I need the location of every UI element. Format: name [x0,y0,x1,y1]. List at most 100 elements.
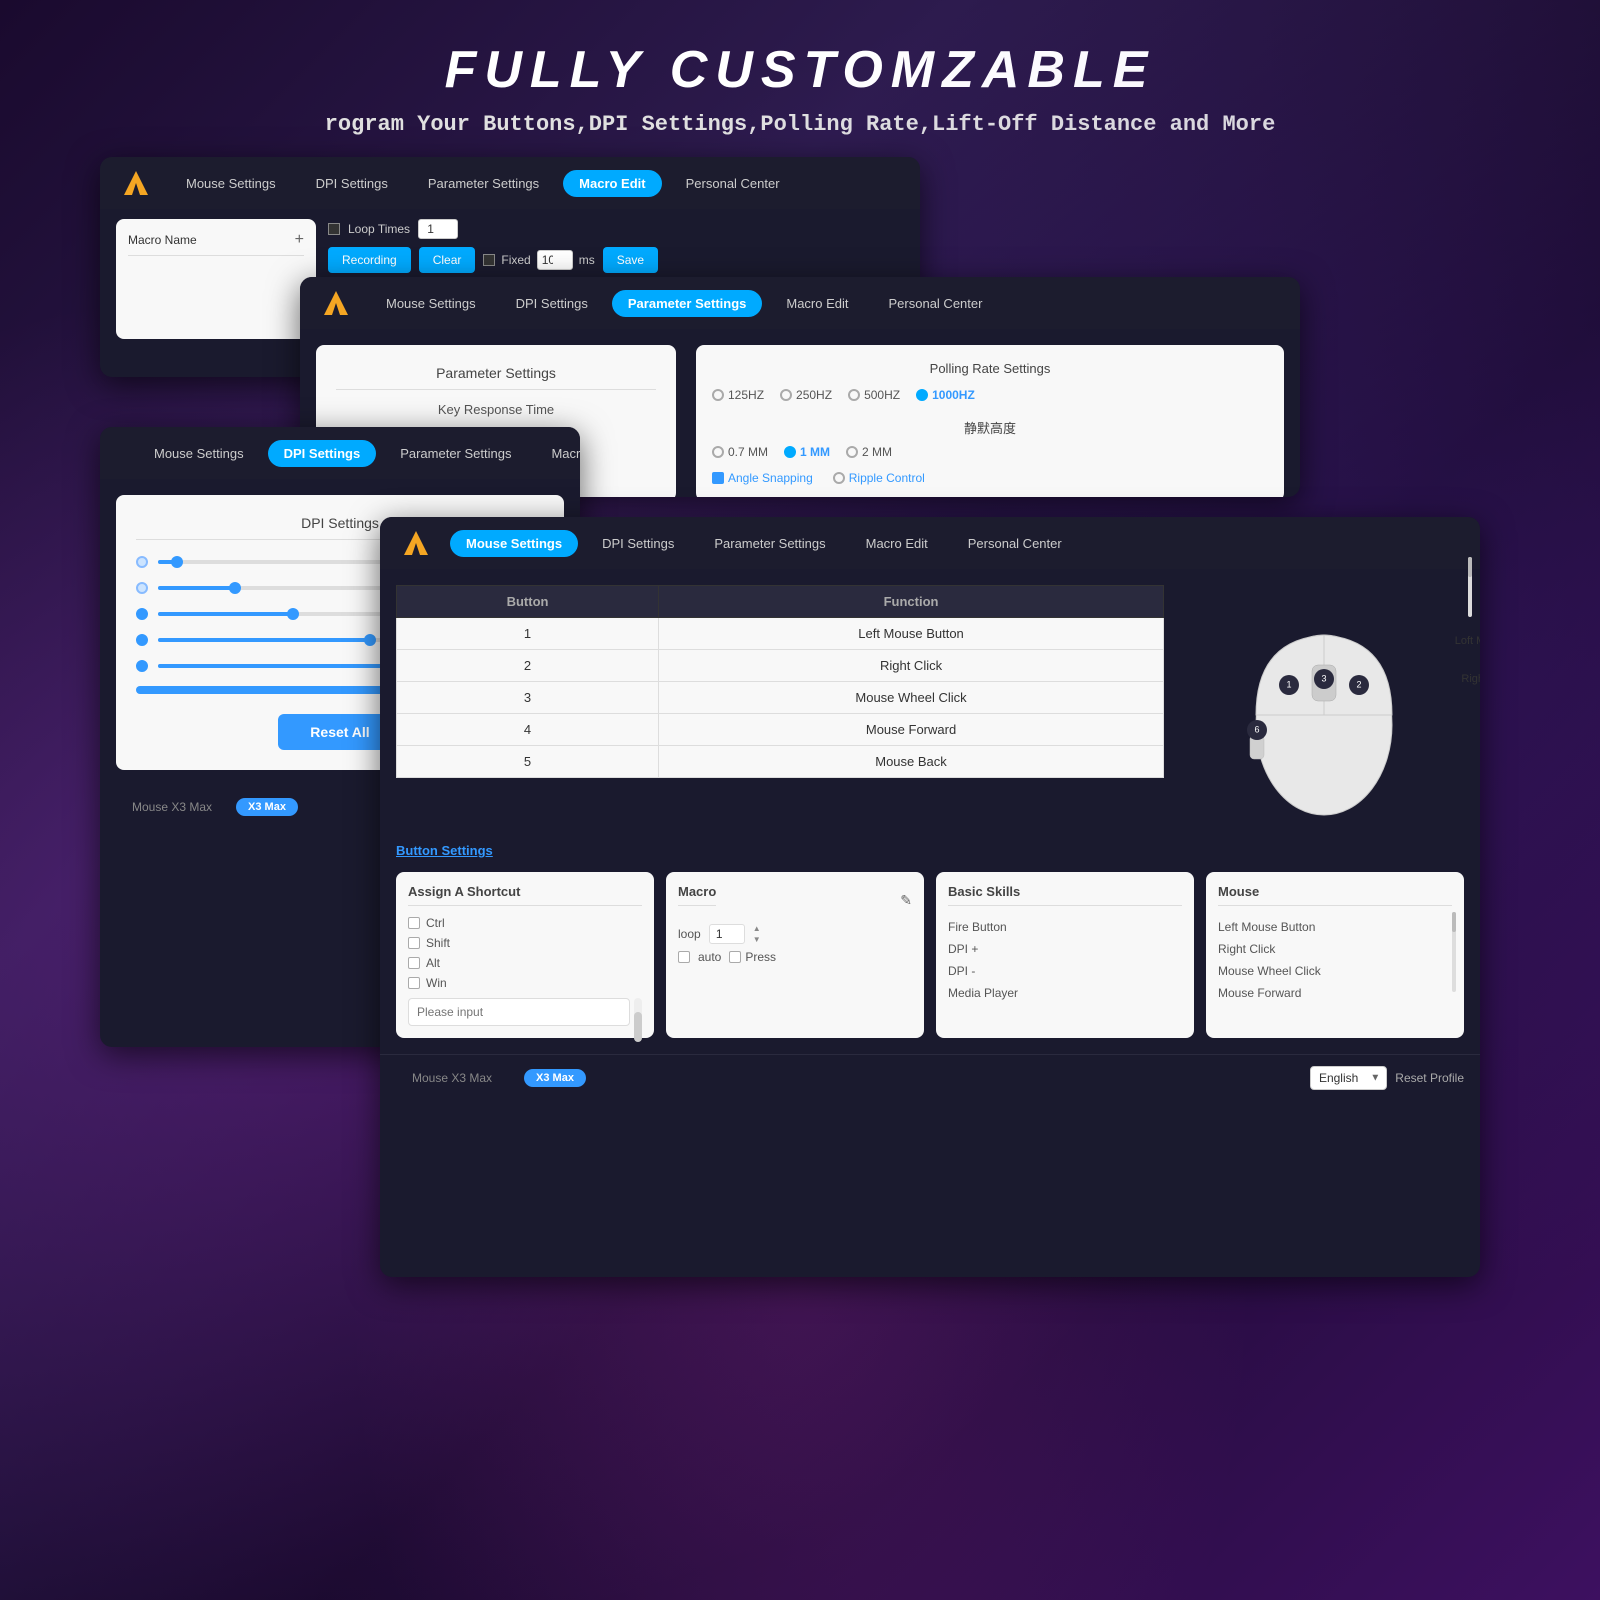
tab-mouse-dpi[interactable]: Mouse Settings [138,440,260,467]
mouse-item-left[interactable]: Left Mouse Button [1218,916,1452,938]
basic-item-fire[interactable]: Fire Button [948,916,1182,938]
win-checkbox[interactable] [408,977,420,989]
table-row-5[interactable]: 5 Mouse Back [397,746,1164,778]
main-subtitle: rogram Your Buttons,DPI Settings,Polling… [0,112,1600,137]
loop-label: Loop Times [348,222,410,236]
language-select[interactable]: English ▼ [1310,1066,1387,1090]
tab-param-dpi[interactable]: Parameter Settings [384,440,527,467]
macro-add-icon[interactable]: + [295,231,304,249]
mouse-device-label: Mouse X3 Max [396,1063,508,1093]
macro-decrement[interactable]: ▼ [753,935,761,944]
tab-mouse-settings-macro[interactable]: Mouse Settings [170,170,292,197]
nav-bar-macro: Mouse Settings DPI Settings Parameter Se… [100,157,920,209]
macro-loop-input[interactable] [709,924,745,944]
poll-125hz-radio [712,389,724,401]
fixed-checkbox[interactable] [483,254,495,266]
btn-func-3: Mouse Wheel Click [659,682,1164,714]
mouse-content: Button Function 1 Left Mouse Button 2 [380,569,1480,1054]
poll-250hz[interactable]: 250HZ [780,388,832,402]
basic-item-media[interactable]: Media Player [948,982,1182,1004]
tab-personal-mouse[interactable]: Personal Center [952,530,1078,557]
tab-macro-edit[interactable]: Macro Edit [563,170,661,197]
tab-personal-param[interactable]: Personal Center [873,290,999,317]
ctrl-label: Ctrl [426,916,445,930]
lift-2mm-label: 2 MM [862,445,892,459]
app-logo-macro [120,167,152,199]
tab-mouse-active[interactable]: Mouse Settings [450,530,578,557]
tab-personal-macro[interactable]: Personal Center [670,170,796,197]
lift-07mm[interactable]: 0.7 MM [712,445,768,459]
svg-text:1: 1 [1286,679,1291,689]
dpi-thumb-1[interactable] [171,556,183,568]
macro-name-label: Macro Name [128,233,197,247]
poll-1000hz[interactable]: 1000HZ [916,388,975,402]
lift-2mm[interactable]: 2 MM [846,445,892,459]
poll-125hz[interactable]: 125HZ [712,388,764,402]
dpi-thumb-4[interactable] [364,634,376,646]
mouse-item-forward[interactable]: Mouse Forward [1218,982,1452,1004]
save-button[interactable]: Save [603,247,658,273]
macro-loop-row: loop ▲ ▼ [678,924,912,944]
fixed-row: Fixed ms [483,250,594,270]
basic-item-dpi-plus[interactable]: DPI + [948,938,1182,960]
clear-button[interactable]: Clear [419,247,476,273]
mouse-forward-label: Mouse Forward [1218,986,1301,1000]
macro-auto-checkbox[interactable] [678,951,690,963]
angle-snapping-opt[interactable]: Angle Snapping [712,471,813,485]
tab-dpi-active[interactable]: DPI Settings [268,440,377,467]
tab-mouse-param[interactable]: Mouse Settings [370,290,492,317]
macro-press-checkbox[interactable] [729,951,741,963]
table-row-3[interactable]: 3 Mouse Wheel Click [397,682,1164,714]
table-row-2[interactable]: 2 Right Click [397,650,1164,682]
tab-dpi-param[interactable]: DPI Settings [500,290,604,317]
basic-item-dpi-minus[interactable]: DPI - [948,960,1182,982]
macro-auto-label: auto [698,950,721,964]
mouse-item-wheel[interactable]: Mouse Wheel Click [1218,960,1452,982]
loop-input[interactable] [418,219,458,239]
mouse-item-right[interactable]: Right Click [1218,938,1452,960]
button-settings-link[interactable]: Button Settings [396,843,493,858]
mouse-scrollbar[interactable] [1452,912,1456,992]
tab-macro-param[interactable]: Macro Edit [770,290,864,317]
btn-num-3: 3 [397,682,659,714]
assign-scrollbar[interactable] [634,998,642,1026]
macro-edit-icon[interactable]: ✎ [900,892,912,909]
basic-skills-panel: Basic Skills Fire Button DPI + DPI - Med… [936,872,1194,1038]
button-function-table: Button Function 1 Left Mouse Button 2 [396,585,1164,778]
main-title: FULLY CUSTOMZABLE [0,40,1600,100]
dpi-fill-4 [158,638,370,642]
dpi-thumb-2[interactable] [229,582,241,594]
tab-macro-mouse[interactable]: Macro Edit [850,530,944,557]
fixed-input[interactable] [537,250,573,270]
dpi-device-label: Mouse X3 Max [116,792,228,822]
recording-button[interactable]: Recording [328,247,411,273]
ctrl-checkbox[interactable] [408,917,420,929]
loop-checkbox[interactable] [328,223,340,235]
shift-checkbox[interactable] [408,937,420,949]
basic-scrollbar[interactable] [1468,557,1472,617]
assign-shortcut-panel: Assign A Shortcut Ctrl Shift Alt [396,872,654,1038]
assign-input-field[interactable] [408,998,630,1026]
ripple-control-opt[interactable]: Ripple Control [833,471,925,485]
poll-500hz[interactable]: 500HZ [848,388,900,402]
ripple-radio [833,472,845,484]
lift-options: 0.7 MM 1 MM 2 MM [712,445,1268,459]
lift-1mm[interactable]: 1 MM [784,445,830,459]
macro-increment[interactable]: ▲ [753,924,761,933]
table-row-4[interactable]: 4 Mouse Forward [397,714,1164,746]
tab-macro-dpi[interactable]: Macro Edit [535,440,580,467]
tab-param-mouse[interactable]: Parameter Settings [698,530,841,557]
tab-dpi-mouse[interactable]: DPI Settings [586,530,690,557]
reset-profile-button[interactable]: Reset Profile [1395,1071,1464,1085]
app-logo-mouse [400,527,432,559]
poll-125hz-label: 125HZ [728,388,764,402]
tab-dpi-macro[interactable]: DPI Settings [300,170,404,197]
tab-param-active[interactable]: Parameter Settings [612,290,763,317]
language-label: English [1319,1071,1358,1085]
alt-checkbox[interactable] [408,957,420,969]
tab-param-macro[interactable]: Parameter Settings [412,170,555,197]
dpi-thumb-3[interactable] [287,608,299,620]
poll-250hz-radio [780,389,792,401]
header: FULLY CUSTOMZABLE rogram Your Buttons,DP… [0,0,1600,157]
table-row-1[interactable]: 1 Left Mouse Button [397,618,1164,650]
